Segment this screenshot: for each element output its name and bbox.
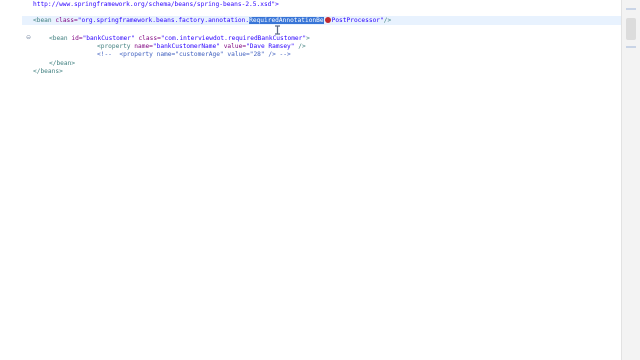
class-value-prefix: "org.springframework.beans.factory.annot… bbox=[77, 17, 250, 24]
class-attribute: class= bbox=[55, 17, 78, 24]
value-value: "Dave Ramsey" bbox=[246, 43, 295, 50]
code-line-comment: <!-- <property name="customerAge" value=… bbox=[97, 50, 291, 59]
code-area[interactable]: http://www.springframework.org/schema/be… bbox=[0, 0, 633, 360]
tag-close: /> bbox=[383, 17, 392, 24]
class-attribute: class= bbox=[138, 35, 161, 42]
id-value: "bankCustomer" bbox=[82, 35, 135, 42]
xml-editor[interactable]: ⊖ http://www.springframework.org/schema/… bbox=[0, 0, 640, 360]
name-attribute: name= bbox=[134, 43, 153, 50]
ibeam-cursor-icon bbox=[275, 25, 280, 35]
id-attribute: id= bbox=[71, 35, 83, 42]
code-line-schema: http://www.springframework.org/schema/be… bbox=[33, 0, 279, 9]
schema-url-text: http://www.springframework.org/schema/be… bbox=[33, 1, 279, 8]
record-cursor-icon bbox=[324, 17, 331, 23]
code-line-beans-end: </beans> bbox=[33, 67, 63, 76]
selected-text[interactable]: RequiredAnnotationBe bbox=[249, 17, 324, 24]
value-attribute: value= bbox=[223, 43, 247, 50]
class-value: "com.interviewdot.requiredBankCustomer" bbox=[160, 35, 307, 42]
overview-ruler-mark[interactable] bbox=[626, 46, 636, 48]
beans-end-tag: </beans> bbox=[33, 68, 63, 75]
property-tag: <property bbox=[97, 43, 131, 50]
class-value-suffix: PostProcessor" bbox=[331, 17, 384, 24]
tag-close: > bbox=[306, 35, 310, 42]
bean-tag: <bean bbox=[33, 17, 52, 24]
vertical-scrollbar[interactable] bbox=[621, 0, 640, 360]
name-value: "bankCustomerName" bbox=[152, 43, 220, 50]
comment-text: <!-- <property name="customerAge" value=… bbox=[97, 51, 291, 58]
scrollbar-thumb[interactable] bbox=[626, 18, 636, 40]
bean-tag: <bean bbox=[49, 35, 68, 42]
bean-end-tag: </bean> bbox=[49, 60, 76, 67]
tag-close: /> bbox=[298, 43, 306, 50]
overview-ruler-mark[interactable] bbox=[626, 8, 636, 10]
code-line-bean-postprocessor: <bean class="org.springframework.beans.f… bbox=[22, 16, 633, 25]
